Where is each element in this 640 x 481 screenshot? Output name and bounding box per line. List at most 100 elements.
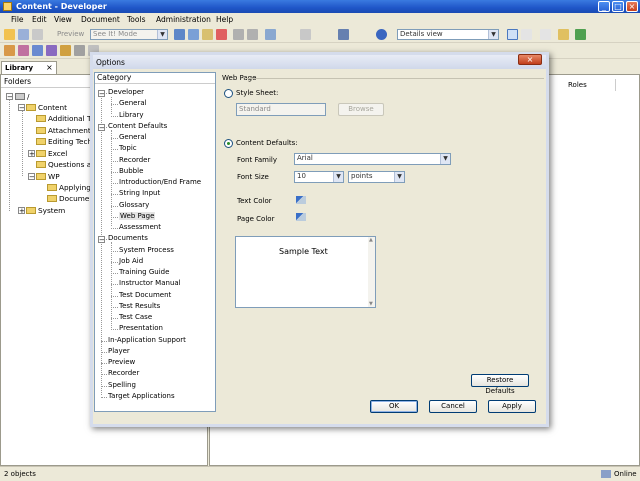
content-defaults-radio[interactable] [224,139,233,148]
menu-file[interactable]: File [11,15,24,24]
category-item[interactable]: Recorder [108,369,139,377]
category-item-selected[interactable]: Web Page [119,212,156,220]
scroll-up-icon[interactable]: ▲ [369,237,373,243]
category-item[interactable]: System Process [119,246,174,254]
menu-document[interactable]: Document [81,15,120,24]
expand-icon[interactable]: + [18,207,25,215]
category-item[interactable]: Topic [119,144,137,152]
list-view-icon[interactable] [521,29,532,40]
paint-bucket-icon[interactable] [296,213,306,221]
tree-item[interactable]: WP [36,172,60,181]
tree-item[interactable]: Editing Techn [36,137,97,146]
category-item[interactable]: Library [119,111,143,119]
category-item[interactable]: Introduction/End Frame [119,178,201,186]
folder-up-icon[interactable] [558,29,569,40]
tree-item[interactable]: Excel [36,149,67,158]
category-item[interactable]: General [119,133,147,141]
category-item[interactable]: Glossary [119,201,149,209]
tree-item[interactable]: Documer [47,194,92,203]
link-icon[interactable] [74,45,85,56]
style-sheet-field[interactable]: Standard [236,103,326,116]
paint-bucket-icon[interactable] [296,196,306,204]
category-item[interactable]: Content Defaults [108,122,167,130]
tree-item[interactable]: Attachments [36,126,95,135]
new-section-icon[interactable] [18,45,29,56]
preview-button[interactable]: Preview [57,30,84,38]
category-item[interactable]: Developer [108,88,144,96]
mode-combo[interactable]: See It! Mode ▼ [90,29,168,40]
restore-defaults-button[interactable]: Restore Defaults [471,374,529,395]
delete-icon[interactable] [216,29,227,40]
undo-icon[interactable] [233,29,244,40]
category-item[interactable]: Test Results [119,302,160,310]
category-item[interactable]: Job Aid [119,257,143,265]
new-topic-icon[interactable] [32,45,43,56]
category-item[interactable]: Bubble [119,167,143,175]
category-item[interactable]: Target Applications [108,392,175,400]
record-icon[interactable] [46,45,57,56]
scroll-down-icon[interactable]: ▼ [369,301,373,307]
category-item[interactable]: Instructor Manual [119,279,181,287]
refresh-icon[interactable] [575,29,586,40]
find-icon[interactable] [265,29,276,40]
category-item[interactable]: Training Guide [119,268,169,276]
font-unit-select[interactable]: points ▼ [348,171,405,183]
help-icon[interactable] [376,29,387,40]
collapse-icon[interactable]: − [6,93,13,101]
collapse-icon[interactable]: − [28,173,35,181]
category-item[interactable]: Spelling [108,381,136,389]
tree-item-system[interactable]: System [26,206,65,215]
category-item[interactable]: In-Application Support [108,336,186,344]
browse-button[interactable]: Browse [338,103,384,116]
open-icon[interactable] [4,29,15,40]
view-combo[interactable]: Details view ▼ [397,29,499,40]
tree-root[interactable]: / [15,92,29,101]
copy-icon[interactable] [188,29,199,40]
category-item[interactable]: General [119,99,147,107]
cut-icon[interactable] [174,29,185,40]
category-item[interactable]: Presentation [119,324,163,332]
minimize-button[interactable]: _ [598,1,610,12]
category-item[interactable]: Preview [108,358,135,366]
expand-icon[interactable] [300,29,311,40]
style-sheet-radio[interactable] [224,89,233,98]
details-view-icon[interactable] [507,29,518,40]
close-icon[interactable]: × [46,63,53,72]
cancel-button[interactable]: Cancel [429,400,477,413]
category-item[interactable]: Test Document [119,291,171,299]
menu-tools[interactable]: Tools [127,15,145,24]
binoculars-icon[interactable] [338,29,349,40]
redo-icon[interactable] [247,29,258,40]
tree-item-content[interactable]: Content [26,103,67,112]
save-icon[interactable] [18,29,29,40]
category-item[interactable]: Assessment [119,223,161,231]
publish-icon[interactable] [60,45,71,56]
menu-edit[interactable]: Edit [32,15,47,24]
ok-button[interactable]: OK [370,400,418,413]
grid-view-icon[interactable] [540,29,551,40]
apply-button[interactable]: Apply [488,400,536,413]
collapse-icon[interactable]: − [98,236,105,244]
category-item[interactable]: Documents [108,234,148,242]
menu-help[interactable]: Help [216,15,233,24]
save-all-icon[interactable] [32,29,43,40]
tree-item[interactable]: Applying [47,183,91,192]
tab-library[interactable]: Library × [1,61,57,74]
maximize-button[interactable]: □ [612,1,624,12]
collapse-icon[interactable]: − [98,90,105,98]
expand-icon[interactable]: + [28,150,35,158]
menu-view[interactable]: View [54,15,72,24]
font-family-select[interactable]: Arial ▼ [294,153,451,165]
category-item[interactable]: Player [108,347,130,355]
collapse-icon[interactable]: − [18,104,25,112]
font-size-select[interactable]: 10 ▼ [294,171,344,183]
collapse-icon[interactable]: − [98,124,105,132]
category-item[interactable]: Test Case [119,313,152,321]
column-header-roles[interactable]: Roles [568,81,587,89]
sample-scrollbar[interactable]: ▲ ▼ [368,237,375,307]
category-item[interactable]: String Input [119,189,160,197]
category-item[interactable]: Recorder [119,156,150,164]
paste-icon[interactable] [202,29,213,40]
new-module-icon[interactable] [4,45,15,56]
menu-administration[interactable]: Administration [156,15,211,24]
